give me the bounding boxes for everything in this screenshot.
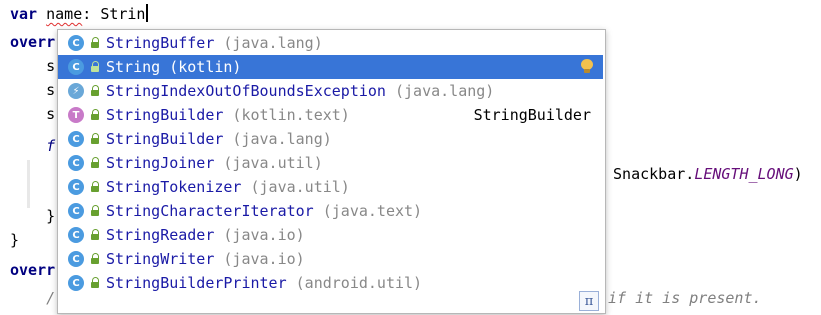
code-fragment: s: [10, 81, 56, 99]
rest-text: IndexOutOfBoundsException: [160, 82, 386, 100]
code-fragment: overr: [10, 261, 56, 279]
code-line-snackbar: Snackbar.LENGTH_LONG): [604, 165, 803, 183]
match-text: String: [106, 274, 161, 292]
public-access-icon: [90, 181, 100, 193]
completion-item[interactable]: C String (kotlin): [58, 55, 603, 79]
completion-label: StringTokenizer (java.util): [106, 178, 350, 196]
public-access-icon: [90, 133, 100, 145]
rest-text: BuilderPrinter: [160, 274, 287, 292]
rest-text: Joiner: [160, 154, 215, 172]
completion-item[interactable]: C StringJoiner (java.util): [58, 151, 603, 175]
code-fragment: f: [10, 137, 56, 155]
keyword-var: var: [10, 5, 38, 23]
public-access-icon: [90, 85, 100, 97]
code-comment-tail: if it is present.: [608, 289, 762, 307]
match-text: String: [106, 58, 161, 76]
completion-label: StringBuilder (kotlin.text): [106, 106, 350, 124]
type-text: StringBuilder: [473, 106, 591, 124]
public-access-icon: [90, 205, 100, 217]
code-fragment: s: [10, 57, 56, 75]
class-icon: C: [68, 35, 84, 51]
code-fragment: s: [10, 105, 56, 123]
completion-label: StringBuilder (java.lang): [106, 130, 332, 148]
completion-label: StringJoiner (java.util): [106, 154, 323, 172]
completion-label: String (kotlin): [106, 58, 241, 76]
completion-label: StringReader (java.io): [106, 226, 305, 244]
match-text: String: [106, 178, 161, 196]
rest-text: Reader: [160, 226, 215, 244]
public-access-icon: [90, 253, 100, 265]
variable-name: name: [46, 5, 83, 23]
completion-label: StringCharacterIterator (java.text): [106, 202, 422, 220]
package-text: (kotlin): [160, 58, 242, 76]
match-text: String: [106, 226, 161, 244]
class-icon: C: [68, 179, 84, 195]
completion-label: StringBuilderPrinter (android.util): [106, 274, 422, 292]
match-text: String: [106, 250, 161, 268]
package-text: (java.io): [214, 226, 305, 244]
completion-item[interactable]: C StringBuilder (java.lang): [58, 127, 603, 151]
rest-text: Tokenizer: [160, 178, 242, 196]
package-text: (java.io): [214, 250, 305, 268]
completion-item[interactable]: T StringBuilder (kotlin.text) StringBuilde…: [58, 103, 603, 127]
package-text: (android.util): [286, 274, 423, 292]
package-text: (java.lang): [223, 130, 332, 148]
completion-item[interactable]: C StringTokenizer (java.util): [58, 175, 603, 199]
typealias-icon: T: [68, 107, 84, 123]
package-text: (kotlin.text): [223, 106, 350, 124]
class-icon: C: [68, 227, 84, 243]
completion-label: StringIndexOutOfBoundsException (java.la…: [106, 82, 494, 100]
completion-label: StringBuffer (java.lang): [106, 34, 323, 52]
completion-item[interactable]: C StringCharacterIterator (java.text): [58, 199, 603, 223]
package-text: (java.lang): [385, 82, 495, 100]
match-text: String: [106, 154, 161, 172]
class-icon: C: [68, 275, 84, 291]
public-access-icon: [90, 229, 100, 241]
package-text: (java.util): [241, 178, 350, 196]
match-text: String: [106, 106, 161, 124]
typed-text: Strin: [100, 5, 146, 23]
rest-text: Builder: [160, 106, 224, 124]
public-access-icon: [90, 157, 100, 169]
rest-text: Buffer: [160, 34, 215, 52]
rest-text: CharacterIterator: [160, 202, 314, 220]
rest-text: Writer: [160, 250, 215, 268]
code-fragment: /: [10, 289, 56, 307]
package-text: (java.lang): [214, 34, 323, 52]
code-fragment: }: [10, 207, 56, 225]
completion-item[interactable]: C StringReader (java.io): [58, 223, 603, 247]
completion-item[interactable]: C StringBuilderPrinter (android.util): [58, 271, 603, 295]
code-fragment: overr: [10, 33, 56, 51]
completion-item[interactable]: C StringBuffer (java.lang): [58, 31, 603, 55]
code-fragment: }: [10, 231, 20, 249]
completion-item[interactable]: C StringWriter (java.io): [58, 247, 603, 271]
package-text: (java.util): [214, 154, 323, 172]
public-access-icon: [90, 109, 100, 121]
class-icon: C: [68, 131, 84, 147]
public-access-icon: [90, 61, 100, 73]
kotlin-class-icon: C: [68, 59, 84, 75]
completion-popup[interactable]: C StringBuffer (java.lang) C String (kotlin…: [57, 29, 606, 314]
match-text: String: [106, 130, 161, 148]
text-caret: [146, 4, 149, 22]
class-icon: C: [68, 251, 84, 267]
match-text: String: [106, 202, 161, 220]
rest-text: Builder: [160, 130, 224, 148]
code-line-1: var name: Strin: [10, 4, 149, 24]
public-access-icon: [90, 37, 100, 49]
class-icon: C: [68, 203, 84, 219]
class-icon: C: [68, 155, 84, 171]
exception-icon: ⚡: [68, 83, 84, 99]
lightbulb-icon[interactable]: [581, 59, 593, 73]
indent-guide: [27, 160, 30, 208]
match-text: String: [106, 82, 161, 100]
match-text: String: [106, 34, 161, 52]
package-text: (java.text): [313, 202, 423, 220]
completion-label: StringWriter (java.io): [106, 250, 305, 268]
completion-item[interactable]: ⚡ StringIndexOutOfBoundsException (java.l…: [58, 79, 603, 103]
public-access-icon: [90, 277, 100, 289]
pi-icon[interactable]: π: [579, 291, 599, 311]
